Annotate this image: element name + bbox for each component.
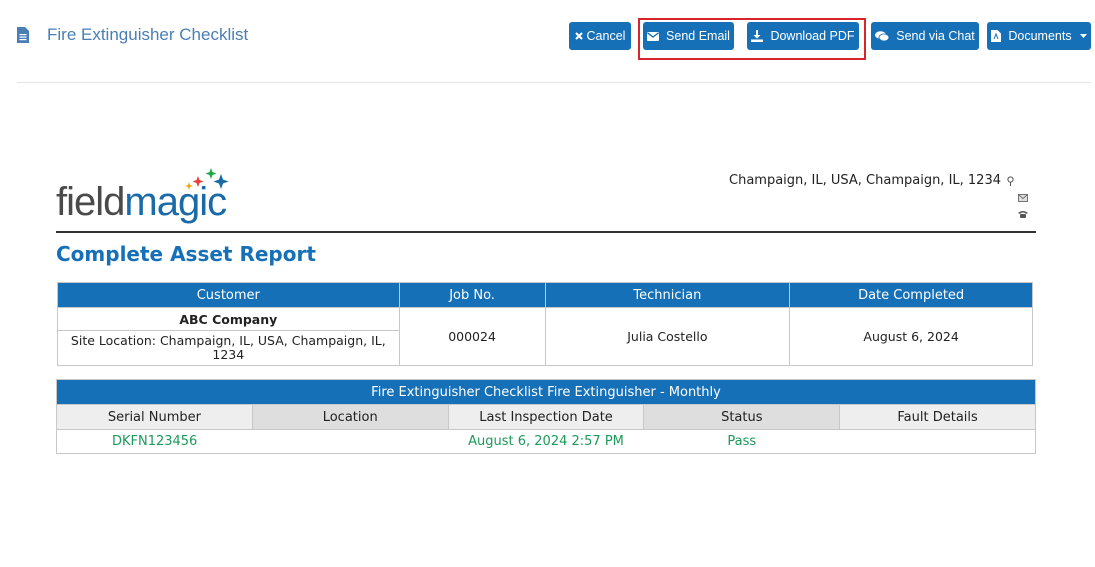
header-divider bbox=[17, 82, 1091, 83]
job-no-header: Job No. bbox=[398, 282, 546, 308]
close-icon bbox=[574, 32, 583, 40]
report-title: Complete Asset Report bbox=[56, 242, 316, 266]
phone-icon bbox=[1018, 211, 1028, 218]
documents-dropdown-button[interactable]: Documents bbox=[987, 22, 1091, 50]
checklist-caption: Fire Extinguisher Checklist Fire Extingu… bbox=[56, 379, 1036, 405]
fault-details-header: Fault Details bbox=[839, 404, 1036, 430]
logo-wordmark: fieldmagic bbox=[56, 180, 227, 225]
address-text: Champaign, IL, USA, Champaign, IL, 1234 bbox=[729, 173, 1001, 188]
logo-field-text: field bbox=[56, 180, 125, 224]
site-location: Site Location: Champaign, IL, USA, Champ… bbox=[57, 330, 400, 366]
serial-number-header: Serial Number bbox=[56, 404, 253, 430]
last-inspection-cell: August 6, 2024 2:57 PM bbox=[448, 429, 644, 454]
company-address: Champaign, IL, USA, Champaign, IL, 1234 bbox=[729, 173, 1014, 188]
summary-header-row: Customer Job No. Technician Date Complet… bbox=[57, 282, 1033, 308]
title-area: Fire Extinguisher Checklist bbox=[17, 25, 248, 45]
customer-header: Customer bbox=[57, 282, 400, 308]
summary-table: Customer Job No. Technician Date Complet… bbox=[57, 282, 1033, 366]
serial-number-cell: DKFN123456 bbox=[56, 429, 253, 454]
chat-icon bbox=[875, 30, 890, 41]
location-cell bbox=[252, 429, 449, 454]
status-header: Status bbox=[643, 404, 841, 430]
date-completed-header: Date Completed bbox=[789, 282, 1033, 308]
job-no-value: 000024 bbox=[398, 307, 546, 366]
top-bar: Fire Extinguisher Checklist Cancel Send … bbox=[0, 0, 1095, 82]
checklist-table: Fire Extinguisher Checklist Fire Extingu… bbox=[56, 379, 1036, 454]
customer-name: ABC Company bbox=[57, 307, 400, 331]
page-title: Fire Extinguisher Checklist bbox=[47, 25, 249, 44]
caret-down-icon bbox=[1079, 34, 1087, 38]
technician-header: Technician bbox=[544, 282, 791, 308]
cancel-button[interactable]: Cancel bbox=[569, 22, 631, 50]
email-icon bbox=[1018, 194, 1028, 202]
send-via-chat-label: Send via Chat bbox=[896, 29, 975, 43]
status-cell: Pass bbox=[643, 429, 840, 454]
technician-value: Julia Costello bbox=[544, 307, 791, 366]
report-header-rule bbox=[56, 231, 1036, 233]
fieldmagic-logo: fieldmagic bbox=[56, 168, 256, 226]
send-via-chat-button[interactable]: Send via Chat bbox=[871, 22, 979, 50]
checklist-caption-row: Fire Extinguisher Checklist Fire Extingu… bbox=[56, 379, 1036, 405]
pdf-file-icon bbox=[991, 30, 1002, 42]
highlight-box bbox=[638, 18, 866, 60]
checklist-header-row: Serial Number Location Last Inspection D… bbox=[56, 404, 1036, 430]
cancel-label: Cancel bbox=[586, 29, 626, 43]
summary-row: ABC Company 000024 Julia Costello August… bbox=[57, 307, 1033, 366]
logo-magic-text: magic bbox=[124, 180, 227, 224]
last-inspection-header: Last Inspection Date bbox=[447, 404, 645, 430]
map-pin-icon bbox=[1007, 175, 1014, 186]
location-header: Location bbox=[251, 404, 449, 430]
document-icon bbox=[17, 27, 29, 43]
documents-label: Documents bbox=[1008, 29, 1072, 43]
table-row: DKFN123456 August 6, 2024 2:57 PM Pass bbox=[56, 429, 1036, 454]
fault-details-cell bbox=[839, 429, 1036, 454]
date-completed-value: August 6, 2024 bbox=[789, 307, 1033, 366]
